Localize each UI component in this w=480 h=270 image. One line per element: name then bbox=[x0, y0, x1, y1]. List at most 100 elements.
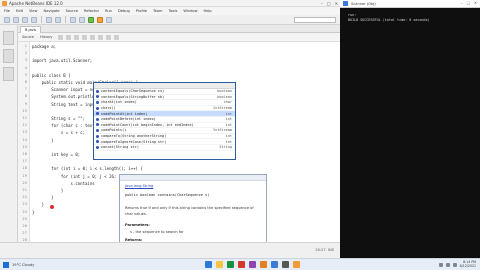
start-button[interactable] bbox=[3, 262, 9, 268]
new-project-icon[interactable] bbox=[4, 16, 10, 23]
javadoc-description: Returns true if and only if this string … bbox=[125, 206, 254, 216]
completion-return-type: IntStream bbox=[213, 106, 232, 111]
output-line: BUILD SUCCESSFUL (total time: 0 seconds) bbox=[348, 18, 430, 22]
line-number: 11 bbox=[22, 116, 27, 120]
battery-icon[interactable] bbox=[452, 262, 457, 267]
editor-tab[interactable]: B.java bbox=[20, 26, 41, 33]
toolbar-divider bbox=[65, 16, 66, 23]
menu-navigate[interactable]: Navigate bbox=[44, 9, 60, 13]
taskbar-apps bbox=[205, 261, 300, 268]
completion-return-type: boolean bbox=[217, 89, 232, 94]
code-line: } bbox=[32, 202, 45, 208]
output-close-button[interactable]: ✕ bbox=[474, 1, 477, 5]
output-minimize-button[interactable]: – bbox=[461, 1, 463, 5]
comment-icon[interactable] bbox=[106, 34, 112, 40]
taskbar-app-icon[interactable] bbox=[227, 261, 234, 268]
menu-debug[interactable]: Debug bbox=[118, 9, 130, 13]
minimize-button[interactable]: – bbox=[321, 1, 323, 6]
completion-return-type: char bbox=[223, 100, 232, 105]
taskbar-app-icon[interactable] bbox=[249, 261, 256, 268]
output-maximize-button[interactable]: □ bbox=[467, 1, 470, 5]
find-icon[interactable] bbox=[74, 34, 80, 40]
code-line: for (int j = 0; j < 26; j++) { bbox=[32, 173, 134, 179]
redo-icon[interactable] bbox=[55, 16, 61, 23]
line-number: 2 bbox=[24, 51, 27, 56]
weather-widget[interactable]: 19°C Cloudy bbox=[12, 263, 34, 267]
forward-icon[interactable] bbox=[66, 34, 72, 40]
files-side-tab[interactable] bbox=[3, 49, 14, 63]
menu-source[interactable]: Source bbox=[66, 9, 78, 13]
taskbar-app-icon[interactable] bbox=[216, 261, 223, 268]
profile-icon[interactable] bbox=[106, 16, 112, 23]
search-input[interactable] bbox=[294, 17, 336, 23]
taskbar-app-icon[interactable] bbox=[238, 261, 245, 268]
code-completion-popup[interactable]: contentEquals(CharSequence cs) boolean con… bbox=[93, 82, 236, 160]
macro-icon[interactable] bbox=[114, 34, 120, 40]
console-icon bbox=[343, 1, 348, 6]
network-icon[interactable] bbox=[438, 262, 443, 267]
services-side-tab[interactable] bbox=[3, 67, 14, 81]
toggle-bookmark-icon[interactable] bbox=[82, 34, 88, 40]
completion-item[interactable]: concat(String str) String bbox=[94, 145, 235, 151]
menu-window[interactable]: Window bbox=[183, 9, 197, 13]
projects-side-tab[interactable] bbox=[3, 31, 14, 45]
build-icon[interactable] bbox=[70, 16, 76, 23]
menu-team[interactable]: Team bbox=[153, 9, 163, 13]
shift-left-icon[interactable] bbox=[90, 34, 96, 40]
code-line: String s = ""; bbox=[32, 116, 85, 121]
code-line: s.contains bbox=[32, 180, 95, 186]
menu-edit[interactable]: Edit bbox=[16, 9, 23, 13]
code-line: } bbox=[32, 137, 54, 143]
taskbar-app-icon[interactable] bbox=[293, 261, 300, 268]
open-project-icon[interactable] bbox=[22, 16, 28, 23]
method-icon bbox=[96, 117, 99, 121]
completion-return-type: String bbox=[219, 145, 232, 150]
completion-signature: charAt(int index) bbox=[101, 100, 137, 105]
completion-signature: contentEquals(CharSequence cs) bbox=[101, 89, 165, 94]
caret-position: 20:27 INS bbox=[315, 248, 334, 252]
javadoc-param: s - the sequence to search for bbox=[130, 230, 184, 234]
output-window-title-bar: Scanner (Obj) – □ ✕ bbox=[340, 0, 480, 8]
completion-return-type: IntStream bbox=[213, 128, 232, 133]
javadoc-package-link[interactable]: java.lang.String bbox=[125, 184, 153, 188]
back-icon[interactable] bbox=[58, 34, 64, 40]
taskbar-app-icon[interactable] bbox=[271, 261, 278, 268]
line-number: 17 bbox=[22, 159, 27, 164]
volume-icon[interactable] bbox=[445, 262, 450, 267]
completion-signature: contentEquals(StringBuffer sb) bbox=[101, 94, 165, 99]
menu-profile[interactable]: Profile bbox=[136, 9, 147, 13]
line-number: 3 bbox=[24, 58, 27, 63]
line-number: 16 bbox=[22, 152, 27, 156]
taskbar-app-icon[interactable] bbox=[282, 261, 289, 268]
error-icon[interactable] bbox=[50, 205, 54, 209]
new-file-icon[interactable] bbox=[13, 16, 19, 23]
code-line: int key = 0; bbox=[32, 152, 81, 157]
menu-view[interactable]: View bbox=[29, 9, 38, 13]
history-tab[interactable]: History bbox=[40, 35, 52, 39]
taskbar-app-icon[interactable] bbox=[205, 261, 212, 268]
line-number: 14 bbox=[22, 137, 27, 142]
menu-file[interactable]: File bbox=[4, 9, 10, 13]
undo-icon[interactable] bbox=[46, 16, 52, 23]
completion-signature: codePointCount(int beginIndex, int endIn… bbox=[101, 122, 194, 127]
save-all-icon[interactable] bbox=[31, 16, 37, 23]
menu-help[interactable]: Help bbox=[204, 9, 212, 13]
shift-right-icon[interactable] bbox=[98, 34, 104, 40]
clock[interactable]: 8:14 PM 6/12/2021 bbox=[460, 260, 476, 268]
windows-taskbar: 19°C Cloudy 8:14 PM 6/12/2021 bbox=[0, 258, 480, 270]
clean-build-icon[interactable] bbox=[79, 16, 85, 23]
menu-refactor[interactable]: Refactor bbox=[84, 9, 99, 13]
method-icon bbox=[96, 123, 99, 127]
line-number: 6 bbox=[24, 80, 27, 84]
completion-return-type: int bbox=[225, 111, 232, 116]
run-icon[interactable] bbox=[88, 16, 94, 23]
maximize-button[interactable]: □ bbox=[327, 1, 331, 6]
menu-run[interactable]: Run bbox=[105, 9, 112, 13]
menu-tools[interactable]: Tools bbox=[168, 9, 177, 13]
taskbar-app-icon[interactable] bbox=[260, 261, 267, 268]
javadoc-toolbar bbox=[120, 175, 266, 181]
close-button[interactable]: ✕ bbox=[335, 1, 338, 6]
completion-signature: codePointBefore(int index) bbox=[101, 117, 156, 122]
source-tab[interactable]: Source bbox=[22, 35, 34, 39]
debug-icon[interactable] bbox=[97, 16, 103, 23]
